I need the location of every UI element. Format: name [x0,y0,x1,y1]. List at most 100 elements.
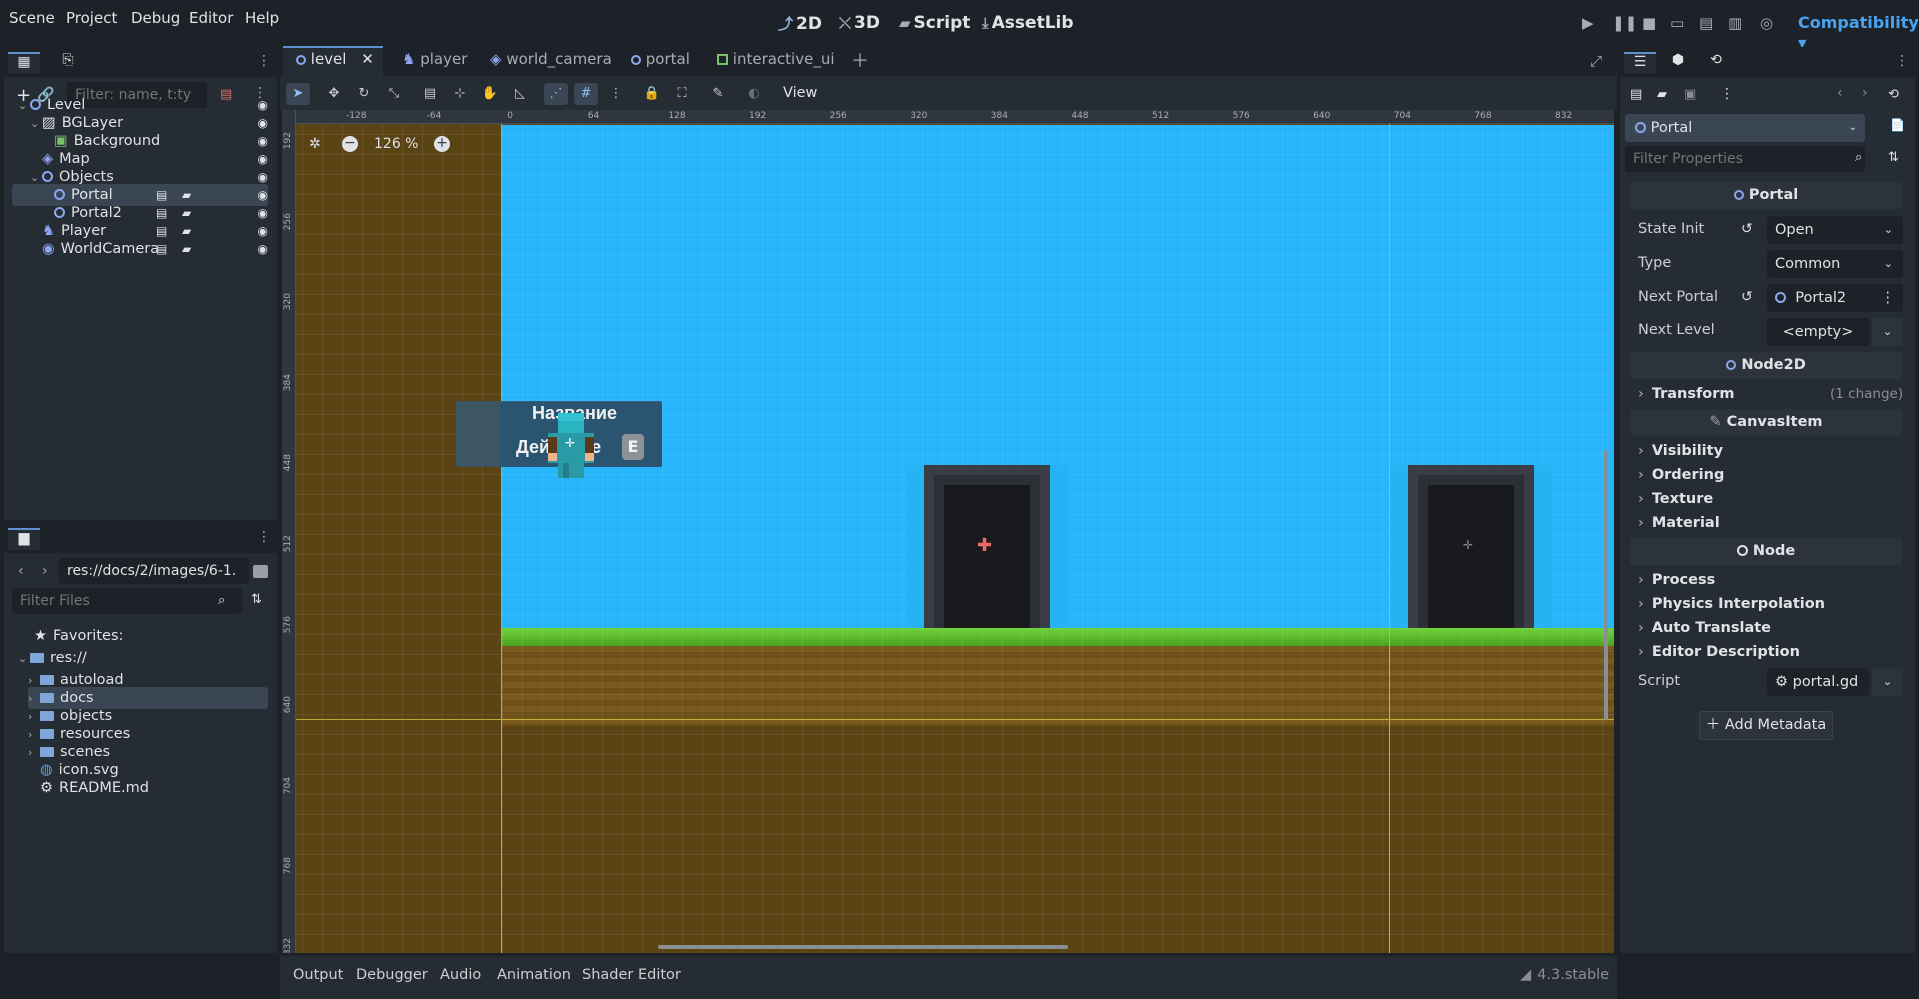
file-filter-input[interactable] [12,588,242,614]
tab-portal[interactable]: portal [631,50,690,74]
play-icon[interactable]: ▶ [1582,14,1594,32]
zoom-out-icon[interactable]: − [342,136,358,152]
group-icon[interactable]: ⛶ [670,83,694,105]
snap-options-icon[interactable]: ⋮ [604,83,628,105]
history-tab-icon[interactable]: ⟲ [1700,52,1732,74]
zoom-reset-icon[interactable]: ✲ [309,136,321,152]
scene-tab-icon[interactable]: ▦ [8,52,40,74]
renderer-select[interactable]: Compatibility ▼ [1798,13,1919,51]
scale-tool-icon[interactable]: ⤡ [382,83,406,105]
tab-level[interactable]: level ✕ [296,50,374,74]
menu-debug[interactable]: Debug [131,9,180,27]
group-editor-description[interactable]: Editor Description [1638,644,1800,660]
grid-snap-icon[interactable]: # [574,83,598,105]
selectable-nodes-icon[interactable]: ▤ [418,83,442,105]
docs-icon[interactable]: 📄 [1890,118,1905,132]
fullscreen-icon[interactable]: ⤢ [1590,52,1602,76]
toggle-split-icon[interactable] [253,565,268,578]
group-auto-translate[interactable]: Auto Translate [1638,620,1771,636]
inspector-tab-icon[interactable]: ☰ [1624,52,1656,74]
resource-menu-icon[interactable]: ⋮ [1720,86,1734,102]
new-tab-icon[interactable]: ＋ [851,47,869,72]
bottom-tab-output[interactable]: Output [293,967,343,983]
move-tool-icon[interactable]: ✥ [322,83,346,105]
save-resource-icon[interactable]: ▣ [1684,87,1696,102]
script-field[interactable]: ⚙ portal.gd [1767,668,1869,696]
inspector-menu-icon[interactable]: ⋮ [1895,53,1909,69]
mode-2d-button[interactable]: ⤴ 2D [778,13,822,34]
add-metadata-button[interactable]: ＋ Add Metadata [1699,711,1833,740]
object-selector[interactable]: Portal ⌄ [1625,114,1865,142]
smart-snap-icon[interactable]: ⋰ [544,83,568,105]
node-tab-icon[interactable]: ⬢ [1662,52,1694,74]
bottom-tab-shader-editor[interactable]: Shader Editor [582,967,681,983]
group-material[interactable]: Material [1638,515,1720,531]
open-resource-icon[interactable]: ▰ [1657,87,1667,102]
file-item[interactable]: ⚙ README.md [28,777,268,799]
sort-icon[interactable]: ⇅ [251,592,262,607]
mode-3d-button[interactable]: ⤬ 3D [839,13,880,33]
pan-tool-icon[interactable]: ✋ [478,83,502,105]
remote-debug-icon[interactable]: ▭ [1670,14,1684,32]
zoom-in-icon[interactable]: + [434,136,450,152]
back-icon[interactable]: ‹ [18,563,24,579]
history-forward-icon[interactable]: › [1862,85,1868,101]
filter-properties-input[interactable] [1625,146,1865,172]
property-options-icon[interactable]: ⇅ [1888,150,1899,165]
bottom-tab-animation[interactable]: Animation [497,967,571,983]
fs-dock-menu-icon[interactable]: ⋮ [257,529,271,545]
zoom-level[interactable]: 126 % [374,136,418,152]
horizontal-scrollbar[interactable] [658,945,1068,949]
bone-icon[interactable]: ✎ [706,83,730,105]
forward-icon[interactable]: › [42,563,48,579]
play-custom-scene-icon[interactable]: ▥ [1728,14,1742,32]
state-init-select[interactable]: Open ⌄ [1767,216,1903,244]
res-root-row[interactable]: ⌄ res:// [18,647,87,669]
stop-icon[interactable]: ■ [1642,14,1656,32]
pivot-tool-icon[interactable]: ⊹ [448,83,472,105]
scene-node-worldcamera[interactable]: ◉ WorldCamera ▤ ▰ ◉ [12,238,268,260]
folder-tab-icon[interactable]: ▆ [8,528,40,550]
next-level-field[interactable]: <empty> [1767,318,1869,346]
revert-icon[interactable]: ↺ [1741,289,1753,305]
visibility-eye-icon[interactable]: ◉ [258,238,268,260]
group-transform[interactable]: Transform [1638,386,1735,402]
tab-player[interactable]: ♞ player [402,50,467,74]
menu-scene[interactable]: Scene [9,9,55,27]
import-tab-icon[interactable]: ⎘ [52,52,84,74]
movie-maker-icon[interactable]: ◎ [1760,14,1773,32]
view-menu[interactable]: View [783,85,817,101]
bottom-tab-debugger[interactable]: Debugger [356,967,428,983]
tab-interactive-ui[interactable]: interactive_ui [717,50,835,74]
group-process[interactable]: Process [1638,572,1715,588]
lock-icon[interactable]: 🔒 [640,83,664,105]
group-visibility[interactable]: Visibility [1638,443,1723,459]
camera-override-icon[interactable]: ◐ [742,83,766,105]
new-resource-icon[interactable]: ▤ [1630,87,1642,102]
bottom-tab-audio[interactable]: Audio [440,967,481,983]
type-select[interactable]: Common ⌄ [1767,250,1903,278]
select-tool-icon[interactable]: ➤ [286,83,310,105]
dock-menu-icon[interactable]: ⋮ [257,53,271,69]
mode-script-button[interactable]: ▰ Script [899,13,970,33]
script-icon[interactable]: ▰ [182,238,191,260]
mode-assetlib-button[interactable]: ⤓ AssetLib [982,13,1074,33]
revert-icon[interactable]: ↺ [1741,221,1753,237]
path-field[interactable]: res://docs/2/images/6-1. [59,558,249,584]
menu-help[interactable]: Help [245,9,279,27]
node-options-icon[interactable]: ⋮ [1881,284,1896,312]
vertical-scrollbar[interactable] [1604,450,1608,720]
open-scene-icon[interactable]: ▤ [156,238,167,260]
favorites-row[interactable]: ★ Favorites: [34,625,123,647]
recent-history-icon[interactable]: ⟲ [1888,87,1899,102]
group-ordering[interactable]: Ordering [1638,467,1725,483]
pause-icon[interactable]: ❚❚ [1612,14,1637,32]
group-physics-interpolation[interactable]: Physics Interpolation [1638,596,1825,612]
canvas-viewport[interactable]: -128 -64 0 64 128 192 256 320 384 448 512 576 640 704… [282,110,1614,953]
script-dropdown-icon[interactable]: ⌄ [1872,668,1903,696]
ruler-tool-icon[interactable]: ◺ [508,83,532,105]
next-level-dropdown-icon[interactable]: ⌄ [1872,318,1903,346]
tab-world-camera[interactable]: ◈ world_camera [490,50,612,74]
rotate-tool-icon[interactable]: ↻ [352,83,376,105]
group-texture[interactable]: Texture [1638,491,1713,507]
